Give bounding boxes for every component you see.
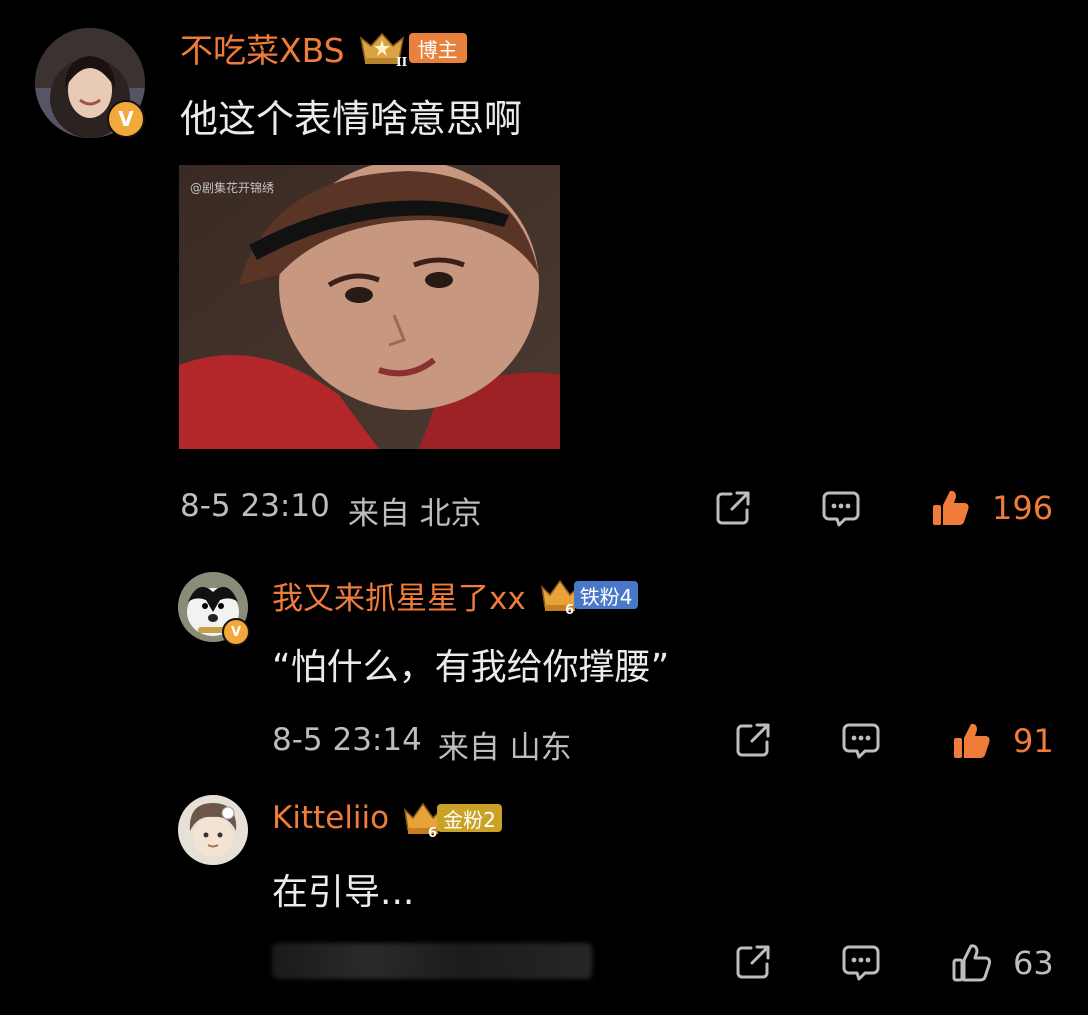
comment-button[interactable] (820, 488, 862, 530)
username[interactable]: Kitteliio (272, 800, 389, 836)
verified-badge-icon: V (222, 618, 250, 646)
like-count: 91 (1013, 722, 1054, 760)
svg-text:6: 6 (428, 826, 437, 838)
like-count: 63 (1013, 944, 1054, 982)
username[interactable]: 我又来抓星星了xx (272, 573, 526, 618)
reply-text: 在引导... (272, 872, 415, 913)
share-icon (736, 723, 770, 757)
like-button[interactable]: 63 (951, 940, 1054, 986)
verified-badge-icon: V (107, 100, 145, 138)
image-watermark: @剧集花开锦绣 (190, 181, 275, 195)
comment-icon (842, 723, 880, 759)
iron-fan-badge: 铁粉4 (573, 581, 639, 609)
comment-item: V 不吃菜XBS II 博主 他这个表情啥意思啊 @剧集花开锦绣 8-5 23:… (0, 0, 1088, 545)
comment-icon (822, 491, 860, 527)
thumbs-up-icon (933, 490, 969, 525)
like-button[interactable]: 196 (930, 485, 1053, 531)
location: 来自 山东 (437, 730, 572, 766)
thumbs-up-icon (952, 944, 992, 982)
blogger-crown-icon: II (357, 28, 407, 68)
blogger-badge: 博主 (408, 33, 467, 63)
share-icon (716, 491, 750, 525)
share-button[interactable] (732, 720, 774, 760)
username[interactable]: 不吃菜XBS (180, 24, 345, 72)
share-icon (736, 945, 770, 979)
avatar[interactable] (178, 795, 248, 865)
like-button[interactable]: 91 (951, 718, 1054, 764)
comment-header: 不吃菜XBS II 博主 (180, 24, 467, 72)
timestamp: 8-5 23:14 (272, 722, 422, 758)
blurred-meta (272, 943, 592, 979)
comment-text: 他这个表情啥意思啊 (180, 97, 523, 141)
share-button[interactable] (732, 942, 774, 982)
reply-item: Kitteliio 6 金粉2 在引导... 63 (0, 785, 1088, 1015)
thumbs-up-icon (954, 723, 990, 758)
comment-icon (842, 945, 880, 981)
reply-header: 我又来抓星星了xx 6 铁粉4 (272, 572, 639, 618)
comment-image[interactable]: @剧集花开锦绣 (179, 165, 560, 449)
reply-item: V 我又来抓星星了xx 6 铁粉4 “怕什么，有我给你撑腰” 8-5 23:14… (0, 560, 1088, 780)
reply-text: “怕什么，有我给你撑腰” (272, 647, 670, 688)
comment-button[interactable] (840, 720, 882, 762)
location: 来自 北京 (347, 496, 482, 532)
comment-button[interactable] (840, 942, 882, 984)
gold-fan-badge: 金粉2 (437, 804, 502, 832)
svg-text:6: 6 (565, 603, 574, 615)
reply-header: Kitteliio 6 金粉2 (272, 795, 502, 841)
timestamp: 8-5 23:10 (180, 488, 330, 524)
svg-text:II: II (396, 55, 407, 68)
reply-meta: 8-5 23:14 来自 山东 (272, 722, 572, 767)
share-button[interactable] (712, 488, 754, 528)
comment-meta: 8-5 23:10 来自 北京 (180, 488, 482, 533)
like-count: 196 (992, 489, 1054, 527)
